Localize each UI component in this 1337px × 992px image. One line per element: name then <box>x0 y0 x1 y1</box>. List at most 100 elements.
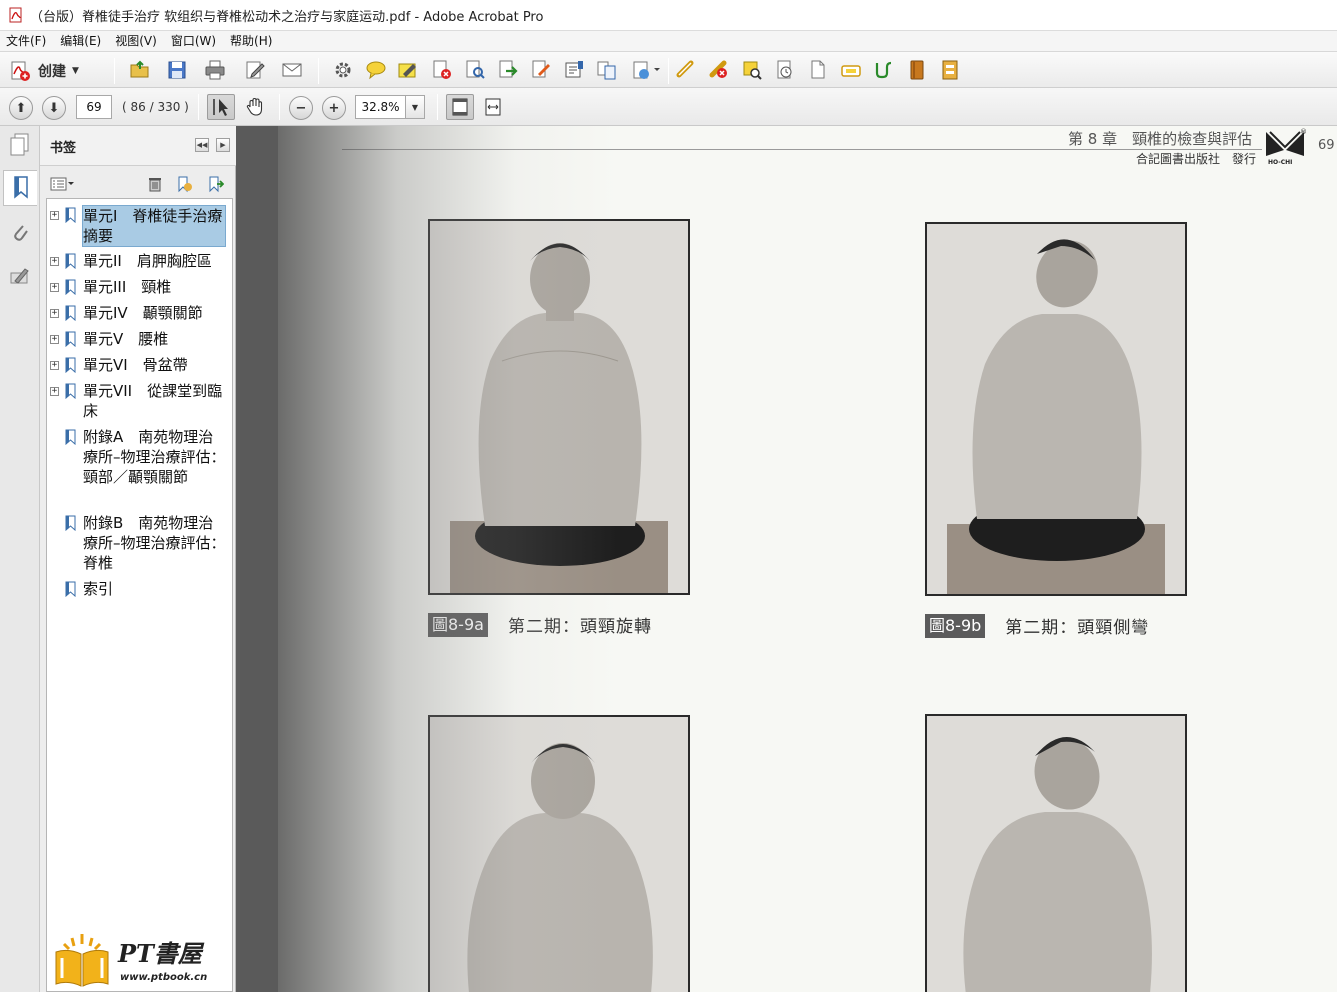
bookmark-unit-6[interactable]: + 單元VI 骨盆帶 <box>47 355 232 377</box>
bookmark-appendix-a[interactable]: 附錄A 南苑物理治療所–物理治療評估：頸部／顳顎關節 <box>47 427 232 509</box>
menu-edit[interactable]: 编辑(E) <box>53 31 108 51</box>
menu-view[interactable]: 视图(V) <box>108 31 164 51</box>
attachments-icon[interactable] <box>7 220 33 246</box>
fit-page-button[interactable] <box>446 94 474 120</box>
previous-page-button[interactable]: ⬆ <box>9 96 33 120</box>
fit-width-icon <box>485 98 501 116</box>
zoom-input[interactable] <box>355 95 405 119</box>
bookmark-label: 附錄A 南苑物理治療所–物理治療評估：頸部／顳顎關節 <box>83 428 226 486</box>
zoom-dropdown-button[interactable]: ▼ <box>405 95 425 119</box>
share-icon[interactable] <box>632 59 662 81</box>
create-pdf-icon <box>11 61 30 81</box>
pdf-file-icon <box>9 7 22 23</box>
edit-icon[interactable] <box>244 59 266 81</box>
bookmark-index[interactable]: 索引 <box>47 579 232 601</box>
bookmark-unit-7[interactable]: + 單元VII 從課堂到臨床 <box>47 381 232 423</box>
print-icon[interactable] <box>204 59 226 81</box>
bookmarks-panel: 书签 ◀◀ ▶ + 單元I 脊椎徒手治療摘要 + 單元II 肩胛胸腔區 + 單元… <box>40 126 236 992</box>
signatures-icon[interactable] <box>7 264 33 290</box>
bookmark-appendix-b[interactable]: 附錄B 南苑物理治療所–物理治療評估：脊椎 <box>47 513 232 575</box>
hochi-logo: HO-CHI ® <box>1266 128 1306 166</box>
figure-photo <box>925 222 1187 596</box>
bookmarks-panel-icon[interactable] <box>3 170 37 206</box>
expand-icon[interactable]: + <box>50 309 59 318</box>
page-thumbnails-icon[interactable] <box>7 132 33 158</box>
export-icon[interactable] <box>497 59 519 81</box>
comment-icon[interactable] <box>365 59 387 81</box>
figure-photo <box>428 715 690 992</box>
page-count: ( 86 / 330 ) <box>122 100 189 114</box>
arrow-down-icon: ⬇ <box>48 100 60 116</box>
book-logo-icon <box>55 934 109 987</box>
toolbar-separator <box>668 58 669 84</box>
pdf-page: 第 8 章 頸椎的檢查與評估 合記圖書出版社 發行 HO-CHI ® 69 圖8… <box>278 126 1337 992</box>
hand-tool-button[interactable] <box>241 94 269 120</box>
book-icon[interactable] <box>906 59 928 81</box>
delete-bookmark-button[interactable] <box>146 175 164 193</box>
window-title: （台版）脊椎徒手治疗 软组织与脊椎松动术之治疗与家庭运动.pdf - Adobe… <box>30 9 544 25</box>
expand-panel-button[interactable]: ▶ <box>216 138 230 152</box>
expand-icon[interactable]: + <box>50 283 59 292</box>
bookmark-label: 單元IV 顳顎關節 <box>83 304 203 322</box>
bookmark-unit-3[interactable]: + 單元III 頸椎 <box>47 277 232 299</box>
bookmark-unit-4[interactable]: + 單元IV 顳顎關節 <box>47 303 232 325</box>
highlight-icon[interactable] <box>397 59 419 81</box>
watermark-title: PT書屋 <box>118 939 202 968</box>
camera-icon[interactable] <box>840 59 862 81</box>
select-tool-button[interactable] <box>207 94 235 120</box>
zoom-out-button[interactable]: − <box>289 96 313 120</box>
properties-icon[interactable] <box>774 59 796 81</box>
page-number-input[interactable] <box>76 95 112 119</box>
menu-file[interactable]: 文件(F) <box>0 31 53 51</box>
bookmark-options-button[interactable] <box>50 175 76 193</box>
bookmark-label: 單元III 頸椎 <box>83 278 172 296</box>
email-icon[interactable] <box>281 59 303 81</box>
path-icon[interactable] <box>873 59 895 81</box>
menu-window[interactable]: 窗口(W) <box>164 31 223 51</box>
zoom-in-button[interactable]: + <box>322 96 346 120</box>
expand-bookmark-button[interactable] <box>206 175 224 193</box>
fit-page-icon <box>452 98 468 116</box>
bookmark-label: 單元VII 從課堂到臨床 <box>83 382 223 420</box>
save-icon[interactable] <box>166 59 188 81</box>
figure-caption-text: 第二期：頭頸側彎 <box>1005 618 1150 638</box>
collapse-panel-button[interactable]: ◀◀ <box>195 138 209 152</box>
next-page-button[interactable]: ⬇ <box>42 96 66 120</box>
expand-icon[interactable]: + <box>50 387 59 396</box>
open-icon[interactable] <box>129 59 151 81</box>
plus-icon: + <box>328 100 340 116</box>
create-label: 创建 <box>38 64 66 80</box>
review-icon[interactable] <box>741 59 763 81</box>
combine-icon[interactable] <box>596 59 618 81</box>
create-button[interactable]: 创建 ▼ <box>8 58 79 84</box>
stamp-icon[interactable] <box>939 59 961 81</box>
expand-icon[interactable]: + <box>50 335 59 344</box>
document-view[interactable]: 第 8 章 頸椎的檢查與評估 合記圖書出版社 發行 HO-CHI ® 69 圖8… <box>236 126 1337 992</box>
settings-icon[interactable] <box>332 59 354 81</box>
toolbar-separator <box>437 94 438 120</box>
form-icon[interactable] <box>563 59 585 81</box>
trash-icon <box>149 178 161 192</box>
sign-icon[interactable] <box>530 59 552 81</box>
link-icon[interactable] <box>675 59 697 81</box>
expand-icon[interactable]: + <box>50 211 59 220</box>
bookmarks-header: 书签 ◀◀ ▶ <box>40 126 236 166</box>
bookmark-unit-2[interactable]: + 單元II 肩胛胸腔區 <box>47 251 232 273</box>
page-icon[interactable] <box>807 59 829 81</box>
expand-icon[interactable]: + <box>50 361 59 370</box>
bookmark-icon <box>65 383 76 399</box>
menu-help[interactable]: 帮助(H) <box>223 31 279 51</box>
figure-photo <box>925 714 1187 992</box>
chevron-down-icon: ▼ <box>411 102 419 112</box>
unlink-icon[interactable] <box>708 59 730 81</box>
expand-icon[interactable]: + <box>50 257 59 266</box>
bookmark-unit-5[interactable]: + 單元V 腰椎 <box>47 329 232 351</box>
new-bookmark-icon <box>178 176 192 193</box>
fit-width-button[interactable] <box>479 94 507 120</box>
new-bookmark-button[interactable] <box>175 175 193 193</box>
arrow-up-icon: ⬆ <box>15 100 27 116</box>
search-doc-icon[interactable] <box>464 59 486 81</box>
ptbook-watermark: PT書屋 www.ptbook.cn <box>52 932 227 990</box>
delete-page-icon[interactable] <box>431 59 453 81</box>
bookmark-unit-1[interactable]: + 單元I 脊椎徒手治療摘要 <box>47 205 232 247</box>
